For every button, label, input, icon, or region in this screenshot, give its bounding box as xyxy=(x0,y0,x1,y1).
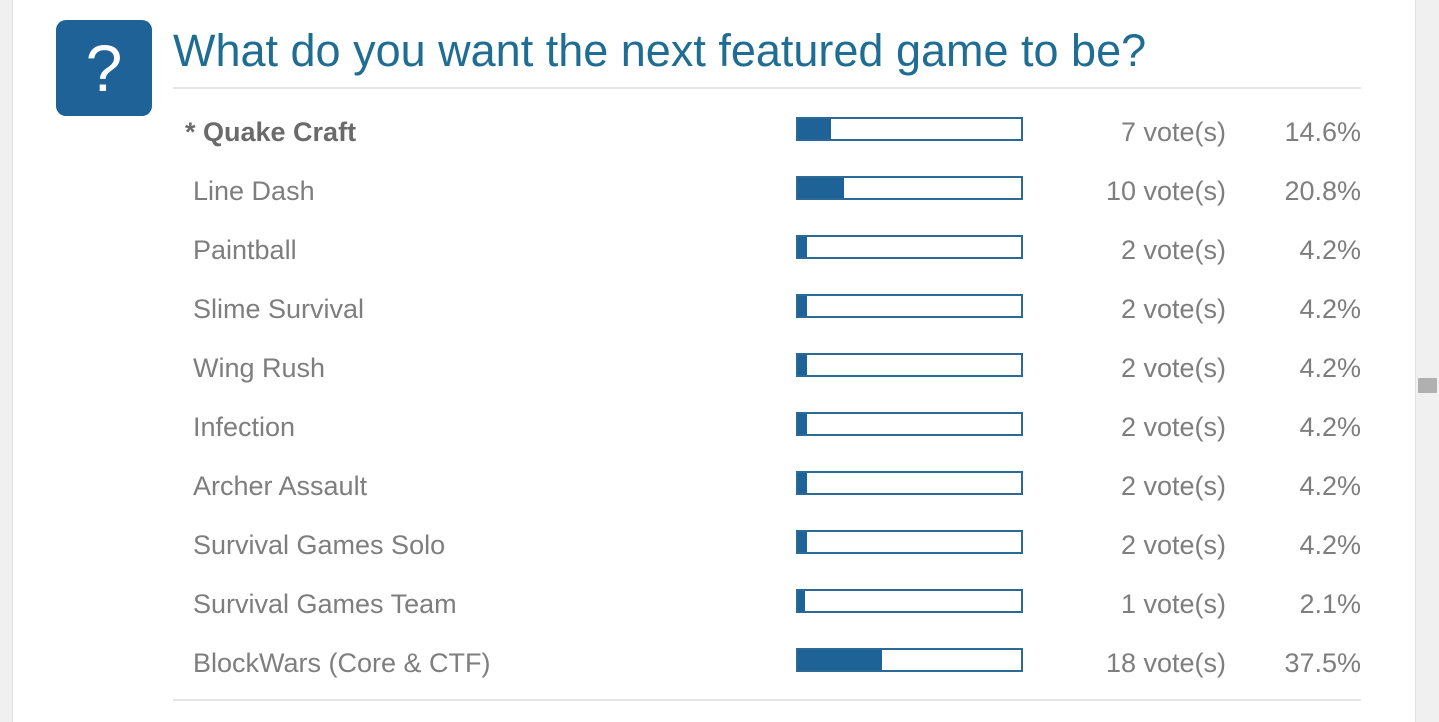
header-divider xyxy=(173,87,1361,89)
option-bar-fill xyxy=(798,473,808,493)
option-percent: 4.2% xyxy=(1299,353,1361,383)
option-percent: 4.2% xyxy=(1299,294,1361,324)
page-gutter-left xyxy=(0,0,13,722)
option-label: Archer Assault xyxy=(193,471,368,501)
option-label: * Quake Craft xyxy=(185,117,357,147)
poll-option-row[interactable]: Archer Assault 2 vote(s) 4.2% xyxy=(13,462,1416,521)
option-percent: 4.2% xyxy=(1299,412,1361,442)
option-bar-fill xyxy=(798,178,845,198)
option-label: Slime Survival xyxy=(193,294,365,324)
option-bar-fill xyxy=(798,296,808,316)
option-percent: 37.5% xyxy=(1284,648,1361,678)
option-bar-fill xyxy=(798,355,808,375)
option-percent: 4.2% xyxy=(1299,235,1361,265)
poll-option-row[interactable]: BlockWars (Core & CTF) 18 vote(s) 37.5% xyxy=(13,639,1416,698)
option-bar-fill xyxy=(798,532,808,552)
option-label: Infection xyxy=(193,412,296,442)
option-bar-fill xyxy=(798,414,808,434)
poll-option-row[interactable]: Paintball 2 vote(s) 4.2% xyxy=(13,226,1416,285)
poll-option-row[interactable]: * Quake Craft 7 vote(s) 14.6% xyxy=(13,108,1416,167)
option-bar-fill xyxy=(798,591,806,611)
option-percent: 14.6% xyxy=(1284,117,1361,147)
option-percent: 2.1% xyxy=(1299,589,1361,619)
poll-option-row[interactable]: Survival Games Solo 2 vote(s) 4.2% xyxy=(13,521,1416,580)
option-label: Survival Games Solo xyxy=(193,530,446,560)
option-bar-fill xyxy=(798,650,882,670)
option-label: BlockWars (Core & CTF) xyxy=(193,648,491,678)
poll-header: ? What do you want the next featured gam… xyxy=(13,8,1416,116)
poll-option-row[interactable]: Survival Games Team 1 vote(s) 2.1% xyxy=(13,580,1416,639)
option-label: Line Dash xyxy=(193,176,315,206)
option-bar-fill xyxy=(798,119,831,139)
poll-option-row[interactable]: Infection 2 vote(s) 4.2% xyxy=(13,403,1416,462)
vertical-scrollbar[interactable] xyxy=(1416,0,1439,722)
poll-card: ? What do you want the next featured gam… xyxy=(13,0,1416,722)
poll-options-list: * Quake Craft 7 vote(s) 14.6% Line Dash … xyxy=(13,108,1416,698)
option-percent: 4.2% xyxy=(1299,471,1361,501)
option-percent: 4.2% xyxy=(1299,530,1361,560)
question-mark-icon: ? xyxy=(56,20,152,116)
option-label: Survival Games Team xyxy=(193,589,457,619)
option-label: Wing Rush xyxy=(193,353,326,383)
poll-option-row[interactable]: Slime Survival 2 vote(s) 4.2% xyxy=(13,285,1416,344)
poll-option-row[interactable]: Line Dash 10 vote(s) 20.8% xyxy=(13,167,1416,226)
poll-option-row[interactable]: Wing Rush 2 vote(s) 4.2% xyxy=(13,344,1416,403)
option-label: Paintball xyxy=(193,235,297,265)
scrollbar-thumb[interactable] xyxy=(1418,378,1437,393)
option-bar-fill xyxy=(798,237,808,257)
footer-divider xyxy=(173,699,1361,701)
option-percent: 20.8% xyxy=(1284,176,1361,206)
poll-title: What do you want the next featured game … xyxy=(173,25,1147,76)
